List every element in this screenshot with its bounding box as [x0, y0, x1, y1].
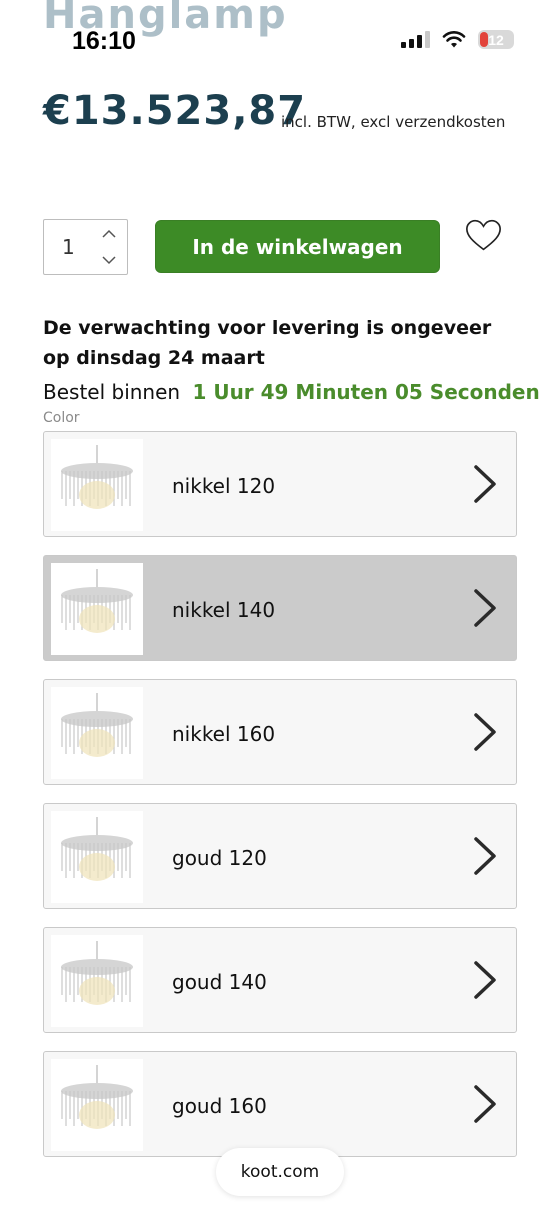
chandelier-image: [61, 569, 133, 633]
status-icons: 12: [401, 30, 514, 49]
order-countdown: Bestel binnen 1 Uur 49 Minuten 05 Second…: [43, 380, 540, 404]
countdown-timer: 1 Uur 49 Minuten 05 Seconden: [192, 380, 540, 404]
chevron-down-icon: [102, 256, 116, 265]
color-option-label: nikkel 120: [172, 474, 276, 498]
chevron-up-icon: [102, 229, 116, 238]
color-option-thumbnail: [51, 811, 143, 903]
battery-percentage: 12: [488, 31, 504, 48]
color-option-label: goud 120: [172, 846, 267, 870]
color-option-goud-160[interactable]: goud 160: [43, 1051, 517, 1157]
color-option-thumbnail: [51, 563, 143, 655]
status-time: 16:10: [72, 27, 136, 55]
cellular-signal-icon: [401, 31, 430, 48]
color-option-label: nikkel 140: [172, 598, 276, 622]
color-label: Color: [43, 410, 80, 426]
chevron-right-icon: [474, 713, 496, 751]
color-option-thumbnail: [51, 687, 143, 779]
chandelier-image: [61, 1065, 133, 1129]
chandelier-image: [61, 817, 133, 881]
battery-icon: 12: [478, 30, 514, 49]
quantity-value[interactable]: 1: [62, 235, 75, 259]
chandelier-image: [61, 445, 133, 509]
chevron-right-icon: [474, 465, 496, 503]
heart-icon[interactable]: [465, 218, 502, 253]
color-option-thumbnail: [51, 935, 143, 1027]
chevron-right-icon: [474, 961, 496, 999]
chevron-right-icon: [474, 589, 496, 627]
color-option-goud-120[interactable]: goud 120: [43, 803, 517, 909]
product-price: €13.523,87: [43, 88, 307, 134]
url-bar[interactable]: koot.com: [216, 1148, 344, 1196]
delivery-expectation: De verwachting voor levering is ongeveer…: [43, 317, 492, 369]
color-option-label: goud 160: [172, 1094, 267, 1118]
quantity-stepper[interactable]: 1: [43, 219, 128, 275]
url-domain: koot.com: [240, 1162, 320, 1182]
color-option-goud-140[interactable]: goud 140: [43, 927, 517, 1033]
color-option-nikkel-140[interactable]: nikkel 140: [43, 555, 517, 661]
chevron-right-icon: [474, 837, 496, 875]
color-option-label: nikkel 160: [172, 722, 276, 746]
quantity-decrease-button[interactable]: [99, 250, 119, 270]
color-option-thumbnail: [51, 1059, 143, 1151]
wifi-icon: [442, 30, 466, 47]
color-option-nikkel-120[interactable]: nikkel 120: [43, 431, 517, 537]
chandelier-image: [61, 693, 133, 757]
quantity-increase-button[interactable]: [99, 224, 119, 244]
chandelier-image: [61, 941, 133, 1005]
price-note: incl. BTW, excl verzendkosten: [281, 113, 506, 131]
color-option-thumbnail: [51, 439, 143, 531]
order-within-label: Bestel binnen: [43, 380, 181, 404]
color-option-nikkel-160[interactable]: nikkel 160: [43, 679, 517, 785]
color-option-label: goud 140: [172, 970, 267, 994]
add-to-cart-button[interactable]: In de winkelwagen: [155, 220, 440, 273]
chevron-right-icon: [474, 1085, 496, 1123]
